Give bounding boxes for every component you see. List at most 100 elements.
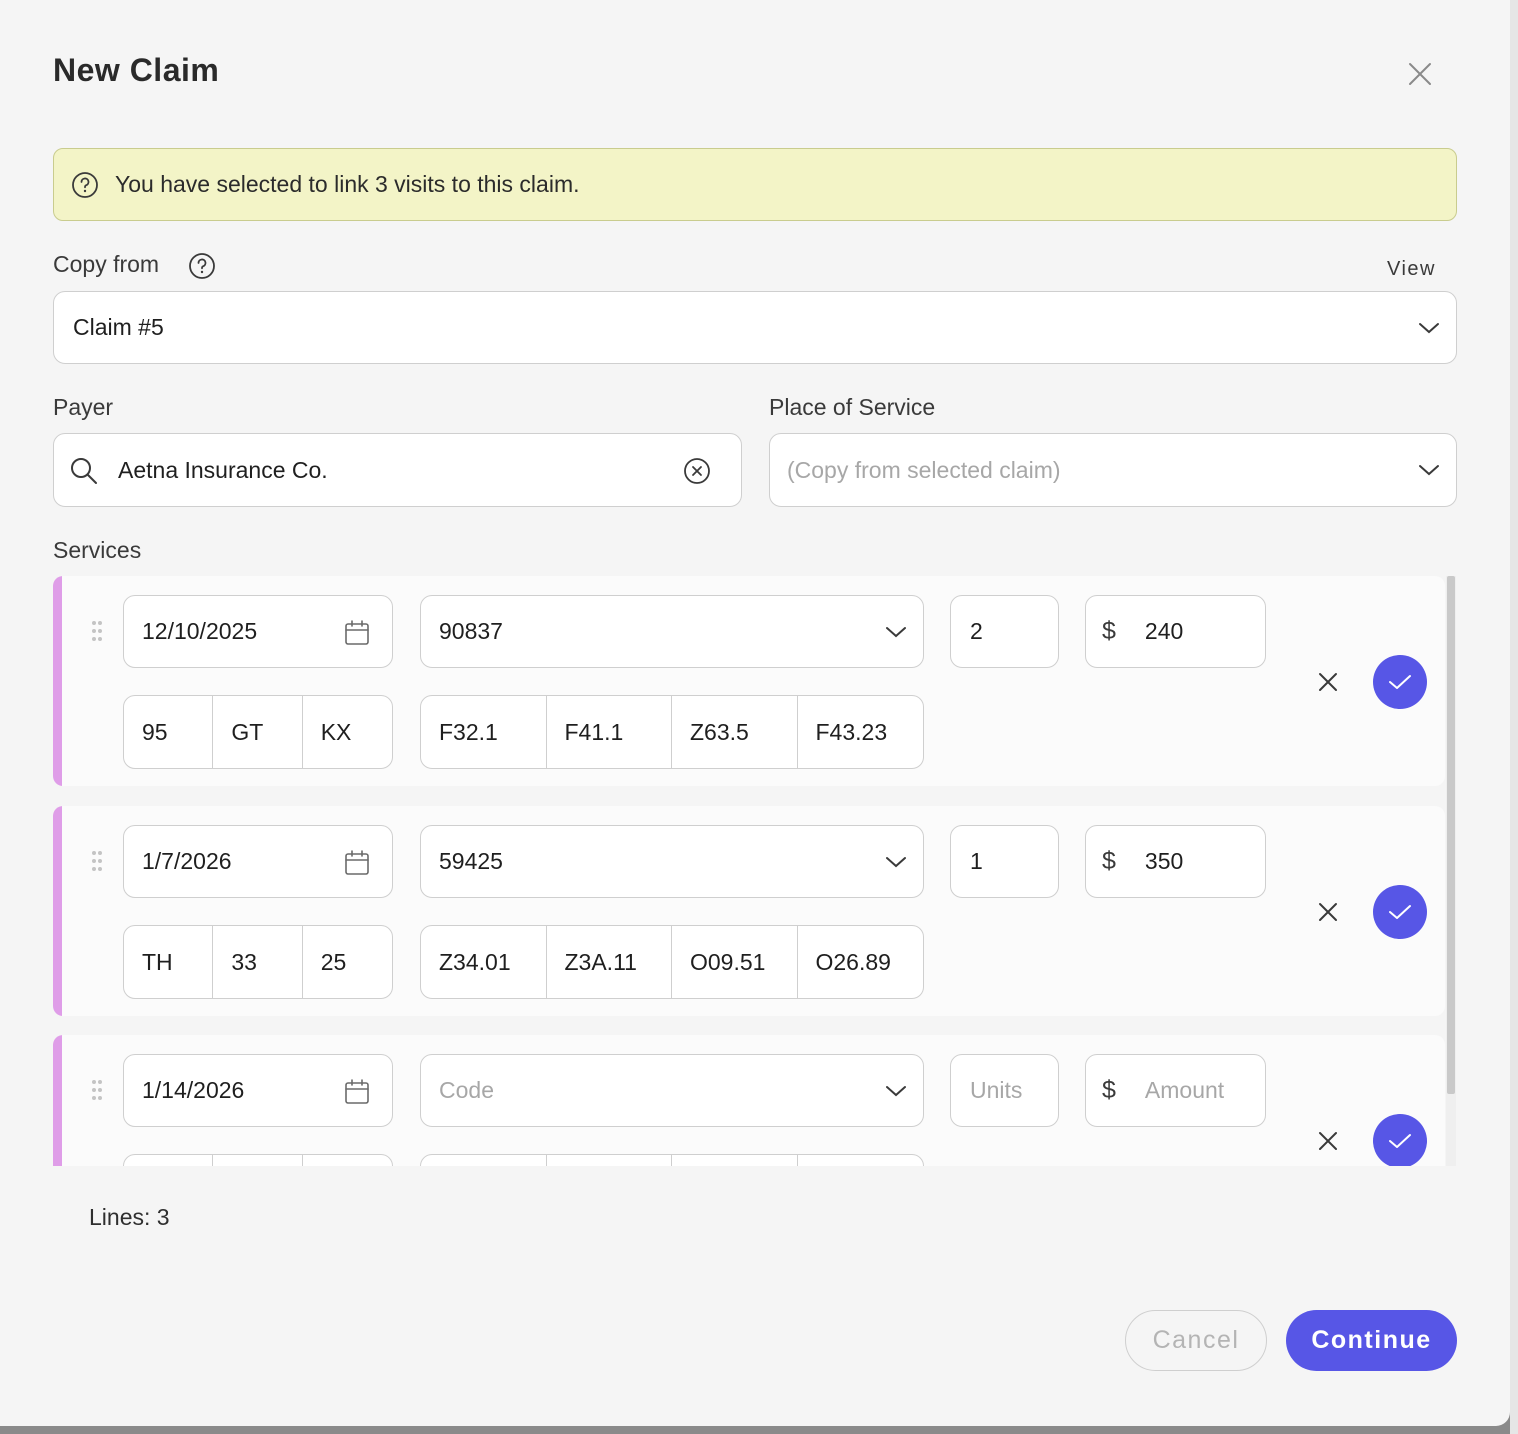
service-line: 1/14/2026 Code Units $ Amount xyxy=(53,1035,1445,1166)
units-input[interactable]: 1 xyxy=(950,825,1059,898)
remove-line-icon[interactable] xyxy=(1316,670,1340,694)
code-placeholder: Code xyxy=(439,1077,494,1103)
service-line: 1/7/2026 59425 1 $ 350 TH 33 25 Z34.01 Z… xyxy=(53,806,1445,1016)
copy-from-select[interactable]: Claim #5 xyxy=(53,291,1457,364)
diagnosis-input[interactable] xyxy=(421,1155,547,1166)
modifier-input[interactable]: TH xyxy=(124,926,214,998)
units-value: 1 xyxy=(970,848,983,874)
amount-value: 240 xyxy=(1144,618,1184,644)
modifier-input[interactable]: 33 xyxy=(213,926,303,998)
amount-input[interactable]: $ 240 xyxy=(1085,595,1266,668)
close-icon[interactable] xyxy=(1403,57,1437,91)
place-of-service-placeholder: (Copy from selected claim) xyxy=(787,456,1061,483)
calendar-icon[interactable] xyxy=(344,1079,370,1105)
diagnosis-input[interactable]: O26.89 xyxy=(798,926,924,998)
row-accent xyxy=(53,576,62,786)
currency-symbol: $ xyxy=(1102,847,1116,875)
chevron-down-icon xyxy=(1419,323,1439,334)
view-link[interactable]: View xyxy=(1387,258,1436,281)
amount-input[interactable]: $ 350 xyxy=(1085,825,1266,898)
calendar-icon[interactable] xyxy=(344,850,370,876)
currency-symbol: $ xyxy=(1102,617,1116,645)
code-select[interactable]: Code xyxy=(420,1054,924,1127)
date-input[interactable]: 1/7/2026 xyxy=(123,825,393,898)
lines-count: Lines: 3 xyxy=(89,1204,170,1230)
modifier-input[interactable]: KX xyxy=(303,696,392,768)
diagnoses-group: Z34.01 Z3A.11 O09.51 O26.89 xyxy=(420,925,924,999)
date-value: 1/7/2026 xyxy=(142,848,232,874)
code-value: 90837 xyxy=(439,618,503,644)
code-select[interactable]: 59425 xyxy=(420,825,924,898)
diagnosis-input[interactable]: Z34.01 xyxy=(421,926,547,998)
modifier-input[interactable]: 95 xyxy=(124,696,214,768)
new-claim-dialog: New Claim You have selected to link 3 vi… xyxy=(0,0,1510,1426)
copy-from-label: Copy from xyxy=(53,251,160,277)
place-of-service-label: Place of Service xyxy=(769,394,936,420)
units-input[interactable]: 2 xyxy=(950,595,1059,668)
date-value: 12/10/2025 xyxy=(142,618,258,644)
diagnosis-input[interactable] xyxy=(672,1155,798,1166)
confirm-line-button[interactable] xyxy=(1373,1114,1427,1166)
diagnosis-input[interactable]: O09.51 xyxy=(672,926,798,998)
modifiers-group xyxy=(123,1154,393,1166)
services-list[interactable]: 12/10/2025 90837 2 $ 240 95 GT KX F32.1 … xyxy=(0,576,1510,1166)
modifier-input[interactable] xyxy=(213,1155,303,1166)
diagnosis-input[interactable]: Z63.5 xyxy=(672,696,798,768)
copy-from-help-icon[interactable] xyxy=(188,252,216,280)
modifiers-group: 95 GT KX xyxy=(123,695,393,769)
date-input[interactable]: 1/14/2026 xyxy=(123,1054,393,1127)
remove-line-icon[interactable] xyxy=(1316,900,1340,924)
payer-label: Payer xyxy=(53,394,114,420)
chevron-down-icon xyxy=(886,1086,906,1097)
check-icon xyxy=(1389,675,1411,689)
service-line: 12/10/2025 90837 2 $ 240 95 GT KX F32.1 … xyxy=(53,576,1445,786)
clear-circle-icon[interactable] xyxy=(683,457,711,485)
units-placeholder: Units xyxy=(970,1077,1023,1103)
modifier-input[interactable] xyxy=(303,1155,392,1166)
modifier-input[interactable]: GT xyxy=(213,696,303,768)
check-icon xyxy=(1389,905,1411,919)
cancel-button[interactable]: Cancel xyxy=(1125,1310,1267,1371)
amount-input[interactable]: $ Amount xyxy=(1085,1054,1266,1127)
confirm-line-button[interactable] xyxy=(1373,655,1427,709)
place-of-service-select[interactable]: (Copy from selected claim) xyxy=(769,433,1457,507)
payer-search-input[interactable]: Aetna Insurance Co. xyxy=(53,433,742,507)
diagnoses-group xyxy=(420,1154,924,1166)
drag-handle-icon[interactable] xyxy=(90,1079,104,1101)
check-icon xyxy=(1389,1134,1411,1148)
drag-handle-icon[interactable] xyxy=(90,850,104,872)
help-circle-icon xyxy=(72,171,98,198)
units-input[interactable]: Units xyxy=(950,1054,1059,1127)
scrollbar-thumb[interactable] xyxy=(1447,576,1455,1094)
diagnosis-input[interactable]: F32.1 xyxy=(421,696,547,768)
drag-handle-icon[interactable] xyxy=(90,620,104,642)
code-value: 59425 xyxy=(439,848,503,874)
date-value: 1/14/2026 xyxy=(142,1077,245,1103)
diagnosis-input[interactable] xyxy=(798,1155,924,1166)
chevron-down-icon xyxy=(1419,465,1439,476)
modifiers-group: TH 33 25 xyxy=(123,925,393,999)
services-label: Services xyxy=(53,537,142,563)
remove-line-icon[interactable] xyxy=(1316,1129,1340,1153)
diagnosis-input[interactable]: Z3A.11 xyxy=(547,926,672,998)
chevron-down-icon xyxy=(886,857,906,868)
date-input[interactable]: 12/10/2025 xyxy=(123,595,393,668)
diagnosis-input[interactable]: F41.1 xyxy=(547,696,672,768)
amount-value: 350 xyxy=(1144,848,1184,874)
diagnosis-input[interactable]: F43.23 xyxy=(798,696,924,768)
confirm-line-button[interactable] xyxy=(1373,885,1427,939)
diagnosis-input[interactable] xyxy=(547,1155,672,1166)
units-value: 2 xyxy=(970,618,983,644)
continue-button[interactable]: Continue xyxy=(1286,1310,1457,1371)
modifier-input[interactable] xyxy=(124,1155,214,1166)
row-accent xyxy=(53,1035,62,1166)
modifier-input[interactable]: 25 xyxy=(303,926,392,998)
dialog-title: New Claim xyxy=(53,52,220,88)
payer-value: Aetna Insurance Co. xyxy=(118,456,328,483)
info-banner: You have selected to link 3 visits to th… xyxy=(53,148,1457,221)
code-select[interactable]: 90837 xyxy=(420,595,924,668)
backdrop xyxy=(1510,0,1518,1434)
diagnoses-group: F32.1 F41.1 Z63.5 F43.23 xyxy=(420,695,924,769)
calendar-icon[interactable] xyxy=(344,620,370,646)
chevron-down-icon xyxy=(886,627,906,638)
